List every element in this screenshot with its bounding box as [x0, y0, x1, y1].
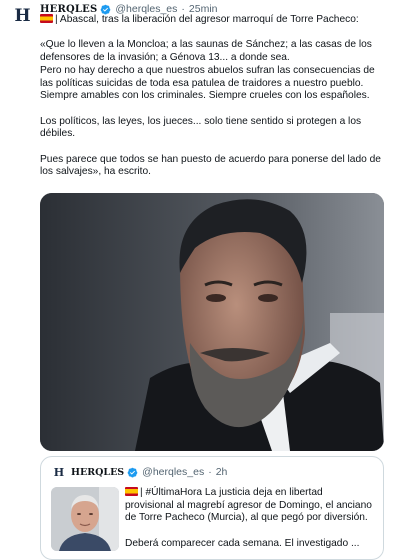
quoted-tweet-text: | #ÚltimaHora La justicia deja en libert…: [125, 487, 375, 551]
tweet-photo[interactable]: [40, 193, 384, 451]
quoted-tweet-header: H HERQLES @herqles_es · 2h: [51, 465, 228, 479]
quoted-author-name: HERQLES: [71, 466, 125, 478]
quoted-line: de Torre Pacheco (Murcia), al que pegó p…: [125, 512, 368, 524]
tweet-line-0: | Abascal, tras la liberación del agreso…: [40, 14, 390, 27]
spain-flag-icon: [40, 14, 53, 23]
quoted-tweet[interactable]: H HERQLES @herqles_es · 2h | #ÚltimaHora…: [40, 456, 384, 560]
tweet-line: Los políticos, las leyes, los jueces... …: [40, 115, 362, 127]
tweet-line: Pues parece que todos se han puesto de a…: [40, 153, 381, 165]
tweet-card[interactable]: H HERQLES @herqles_es · 25min | Abascal,…: [0, 0, 411, 560]
tweet-line-blank: [40, 141, 390, 154]
tweet-line: «Que lo lleven a la Moncloa; a las sauna…: [40, 39, 372, 51]
author-name[interactable]: HERQLES: [40, 4, 97, 15]
quoted-line: Deberá comparecer cada semana. El invest…: [125, 537, 360, 549]
tweet-text: | Abascal, tras la liberación del agreso…: [40, 14, 390, 179]
tweet-line: las políticas suicidas de toda esa patul…: [40, 77, 364, 89]
quoted-author-handle: @herqles_es: [142, 466, 205, 478]
tweet-line-blank: [40, 103, 390, 116]
quoted-timestamp: 2h: [215, 466, 228, 478]
quoted-line: provisional al magrebí agresor de Doming…: [125, 499, 372, 511]
tweet-line: los salvajes», ha escrito.: [40, 166, 151, 178]
tweet-line: Siempre amables con los criminales. Siem…: [40, 90, 370, 102]
tweet-line: débiles.: [40, 128, 76, 140]
quoted-author-avatar: H: [53, 465, 65, 479]
verified-badge-icon: [100, 4, 111, 15]
quoted-thumbnail: [51, 487, 119, 551]
tweet-line: Pero no hay derecho a que nuestros abuel…: [40, 64, 375, 76]
tweet-line-blank: [40, 27, 390, 40]
elderly-man-image: [51, 487, 119, 551]
verified-badge-icon: [127, 467, 138, 478]
tweet-line: defensores de la invasión; a Génova 13..…: [40, 52, 290, 64]
quoted-line-0: | #ÚltimaHora La justicia deja en libert…: [125, 487, 375, 500]
spain-flag-icon: [125, 487, 138, 496]
quoted-line-blank: [125, 525, 375, 538]
separator-dot: ·: [208, 466, 212, 478]
author-avatar[interactable]: H: [10, 4, 34, 28]
portrait-image: [40, 193, 384, 451]
